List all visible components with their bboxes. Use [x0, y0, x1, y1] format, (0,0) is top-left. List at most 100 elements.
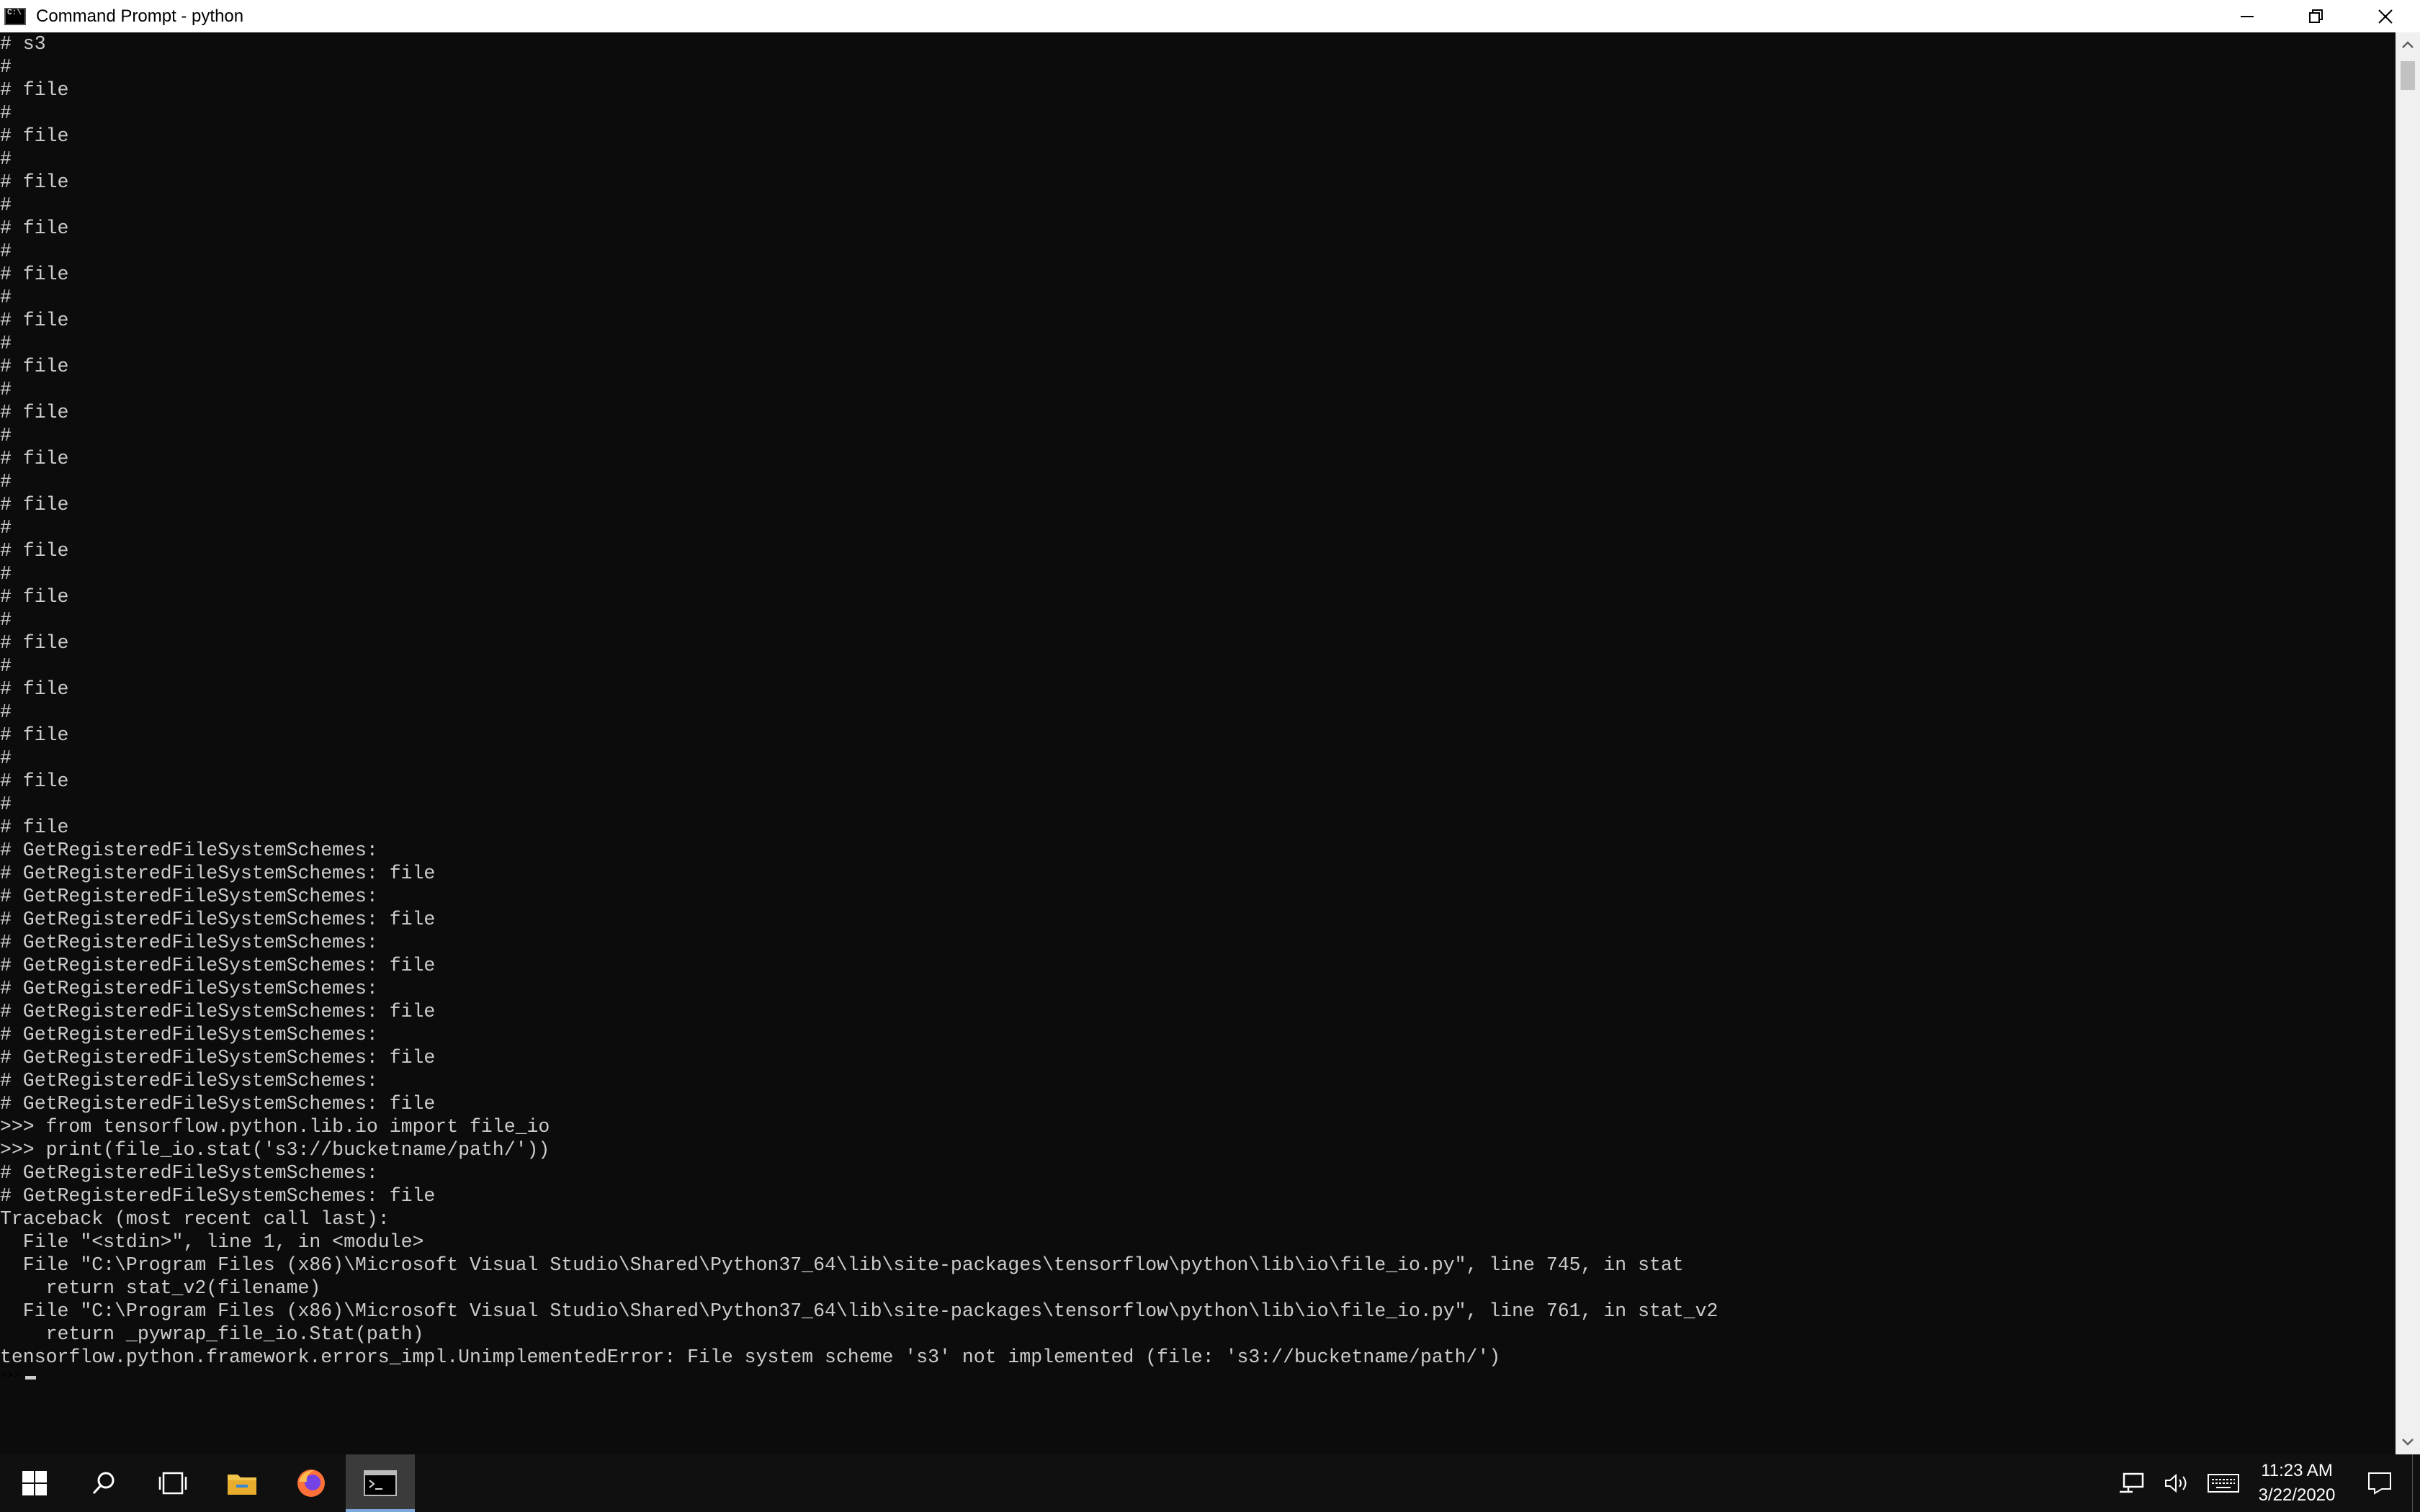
- console-line: # GetRegisteredFileSystemSchemes: file: [0, 863, 436, 884]
- console-line: # file: [0, 678, 69, 700]
- console-line: #: [0, 425, 12, 446]
- search-button[interactable]: [69, 1454, 138, 1512]
- taskbar: 11:23 AM 3/22/2020: [0, 1454, 2420, 1512]
- console-line: # GetRegisteredFileSystemSchemes:: [0, 1024, 378, 1045]
- console-line: #: [0, 333, 12, 354]
- console-lines: # s3 # # file # # file # # file # # file # # file #…: [0, 32, 2396, 1369]
- keyboard-icon: [2208, 1474, 2239, 1493]
- console-line: # GetRegisteredFileSystemSchemes:: [0, 932, 378, 953]
- console-line: Traceback (most recent call last):: [0, 1208, 390, 1230]
- title-bar[interactable]: Command Prompt - python: [0, 0, 2420, 32]
- terminal-icon: [364, 1470, 397, 1496]
- scroll-up-button[interactable]: [2396, 32, 2420, 57]
- console-line: File "<stdin>", line 1, in <module>: [0, 1231, 424, 1253]
- clock-time: 11:23 AM: [2261, 1461, 2333, 1480]
- console-line: # file: [0, 125, 69, 147]
- scroll-down-button[interactable]: [2396, 1430, 2420, 1454]
- console-line: #: [0, 517, 12, 539]
- console-line: #: [0, 148, 12, 170]
- console-line: #: [0, 655, 12, 677]
- console-line: File "C:\Program Files (x86)\Microsoft V…: [0, 1254, 1684, 1276]
- text-cursor: [25, 1376, 37, 1380]
- task-view-button[interactable]: [138, 1454, 207, 1512]
- console-line: # file: [0, 402, 69, 423]
- console-line: # file: [0, 79, 69, 101]
- keyboard-button[interactable]: [2200, 1454, 2246, 1512]
- window-controls: [2213, 0, 2420, 32]
- console-line: # file: [0, 724, 69, 746]
- console-line: #: [0, 701, 12, 723]
- close-icon: [2378, 9, 2393, 24]
- console-line: # file: [0, 586, 69, 608]
- restore-button[interactable]: [2282, 0, 2351, 32]
- console-prompt-line[interactable]: >>>: [0, 1369, 2396, 1392]
- windows-logo-icon: [22, 1471, 47, 1495]
- console-line: #: [0, 563, 12, 585]
- clock-date: 3/22/2020: [2258, 1485, 2336, 1505]
- action-center-button[interactable]: [2347, 1454, 2412, 1512]
- console-line: # file: [0, 310, 69, 331]
- console-line: # file: [0, 448, 69, 469]
- taskbar-clock[interactable]: 11:23 AM 3/22/2020: [2246, 1459, 2347, 1508]
- console-line: # GetRegisteredFileSystemSchemes: file: [0, 1185, 436, 1207]
- console-line: #: [0, 56, 12, 78]
- console-line: # GetRegisteredFileSystemSchemes:: [0, 886, 378, 907]
- console-line: # GetRegisteredFileSystemSchemes:: [0, 978, 378, 999]
- network-icon: [2120, 1472, 2144, 1493]
- start-button[interactable]: [0, 1454, 69, 1512]
- console-line: >>> print(file_io.stat('s3://bucketname/…: [0, 1139, 550, 1161]
- scrollbar-thumb[interactable]: [2401, 61, 2415, 90]
- console-line: # file: [0, 632, 69, 654]
- folder-icon: [228, 1475, 256, 1495]
- firefox-icon: [297, 1470, 325, 1497]
- chevron-down-icon: [2402, 1439, 2414, 1446]
- system-tray: 11:23 AM 3/22/2020: [2108, 1454, 2420, 1512]
- console-line: # file: [0, 494, 69, 516]
- network-button[interactable]: [2108, 1454, 2154, 1512]
- console-output[interactable]: # s3 # # file # # file # # file # # file # # file #…: [0, 32, 2396, 1454]
- firefox-button[interactable]: [277, 1454, 346, 1512]
- file-explorer-button[interactable]: [207, 1454, 277, 1512]
- console-line: # file: [0, 540, 69, 562]
- console-line: File "C:\Program Files (x86)\Microsoft V…: [0, 1300, 1718, 1322]
- volume-icon: [2165, 1473, 2187, 1493]
- console-line: # GetRegisteredFileSystemSchemes:: [0, 840, 378, 861]
- volume-button[interactable]: [2154, 1454, 2200, 1512]
- console-line: #: [0, 102, 12, 124]
- task-view-icon: [158, 1472, 187, 1495]
- console-line: #: [0, 287, 12, 308]
- console-line: >>> from tensorflow.python.lib.io import…: [0, 1116, 550, 1138]
- search-icon: [92, 1472, 115, 1495]
- console-line: # s3: [0, 33, 46, 55]
- console-line: return stat_v2(filename): [0, 1277, 321, 1299]
- console-line: # GetRegisteredFileSystemSchemes: file: [0, 1047, 436, 1068]
- console-line: #: [0, 471, 12, 492]
- window-title: Command Prompt - python: [36, 6, 244, 26]
- console-line: # file: [0, 356, 69, 377]
- console-line: #: [0, 379, 12, 400]
- console-line: #: [0, 194, 12, 216]
- console-line: # file: [0, 217, 69, 239]
- console-line: # file: [0, 770, 69, 792]
- console-line: #: [0, 609, 12, 631]
- console-line: # GetRegisteredFileSystemSchemes:: [0, 1162, 378, 1184]
- console-line: tensorflow.python.framework.errors_impl.…: [0, 1346, 1501, 1368]
- console-prompt: >>>: [0, 1369, 24, 1381]
- console-line: # GetRegisteredFileSystemSchemes:: [0, 1070, 378, 1092]
- close-button[interactable]: [2351, 0, 2420, 32]
- console-line: #: [0, 793, 12, 815]
- vertical-scrollbar[interactable]: [2396, 32, 2420, 1454]
- minimize-button[interactable]: [2213, 0, 2282, 32]
- chevron-up-icon: [2402, 41, 2414, 48]
- show-desktop-button[interactable]: [2412, 1454, 2420, 1512]
- console-line: # file: [0, 264, 69, 285]
- console-line: # GetRegisteredFileSystemSchemes: file: [0, 1001, 436, 1022]
- console-line: return _pywrap_file_io.Stat(path): [0, 1323, 424, 1345]
- command-prompt-icon: [4, 7, 26, 25]
- console-line: # file: [0, 816, 69, 838]
- notification-icon: [2368, 1472, 2391, 1495]
- command-prompt-button[interactable]: [346, 1454, 415, 1512]
- console-line: # GetRegisteredFileSystemSchemes: file: [0, 955, 436, 976]
- console-line: # GetRegisteredFileSystemSchemes: file: [0, 1093, 436, 1115]
- console-line: # GetRegisteredFileSystemSchemes: file: [0, 909, 436, 930]
